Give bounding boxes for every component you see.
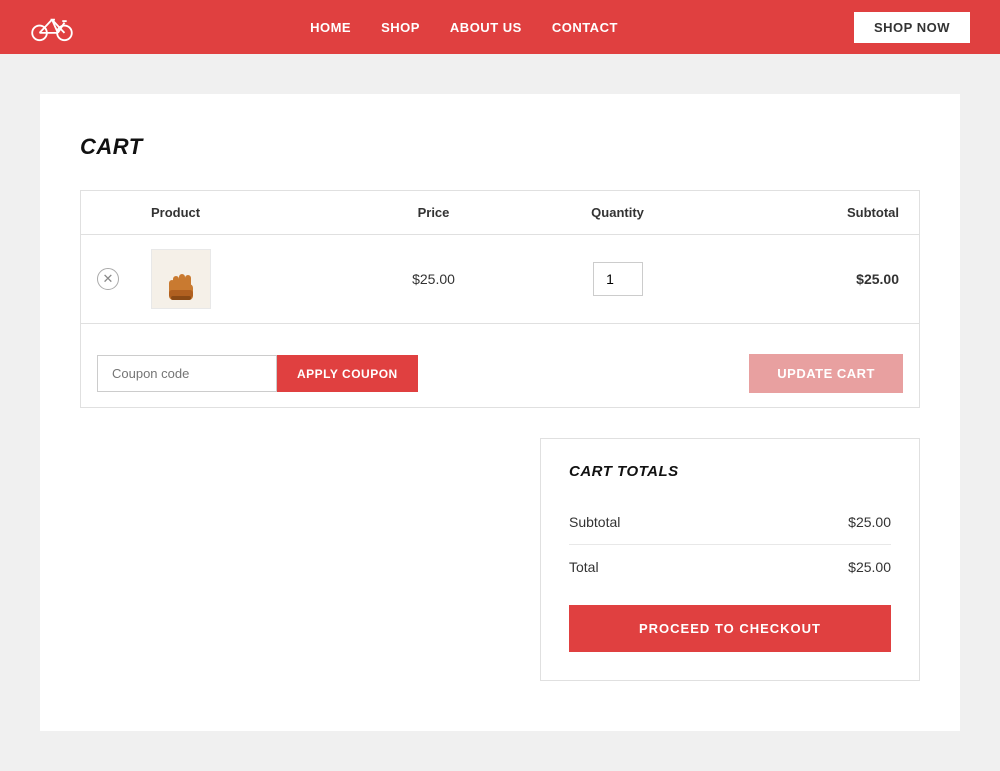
site-logo[interactable] xyxy=(30,12,74,42)
col-header-subtotal: Subtotal xyxy=(715,191,919,235)
cart-totals-box: CART TOTALS Subtotal $25.00 Total $25.00… xyxy=(540,438,920,681)
page-title: CART xyxy=(80,134,920,160)
product-price: $25.00 xyxy=(347,235,520,324)
remove-item-button[interactable]: ✕ xyxy=(97,268,119,290)
subtotal-label: Subtotal xyxy=(569,514,620,530)
cart-actions-cell: APPLY COUPON UPDATE CART xyxy=(81,324,920,408)
subtotal-value: $25.00 xyxy=(848,514,891,530)
main-nav: HOME SHOP ABOUT US CONTACT xyxy=(310,20,618,35)
coupon-input[interactable] xyxy=(97,355,277,392)
col-header-price: Price xyxy=(347,191,520,235)
col-header-remove xyxy=(81,191,136,235)
main-content: CART Product Price Quantity Subtotal ✕ xyxy=(20,54,980,771)
product-subtotal: $25.00 xyxy=(715,235,919,324)
col-header-product: Product xyxy=(135,191,347,235)
cart-actions-row: APPLY COUPON UPDATE CART xyxy=(81,324,920,408)
coupon-area: APPLY COUPON xyxy=(97,355,418,392)
total-row: Total $25.00 xyxy=(569,545,891,589)
nav-about[interactable]: ABOUT US xyxy=(450,20,522,35)
remove-cell: ✕ xyxy=(81,235,136,324)
total-label: Total xyxy=(569,559,599,575)
nav-contact[interactable]: CONTACT xyxy=(552,20,618,35)
table-row: ✕ xyxy=(81,235,920,324)
col-header-quantity: Quantity xyxy=(520,191,715,235)
page-card: CART Product Price Quantity Subtotal ✕ xyxy=(40,94,960,731)
cart-table: Product Price Quantity Subtotal ✕ xyxy=(80,190,920,408)
update-cart-button[interactable]: UPDATE CART xyxy=(749,354,903,393)
cart-totals-container: CART TOTALS Subtotal $25.00 Total $25.00… xyxy=(80,438,920,681)
product-cell xyxy=(135,235,347,324)
product-thumbnail xyxy=(151,249,211,309)
total-value: $25.00 xyxy=(848,559,891,575)
apply-coupon-button[interactable]: APPLY COUPON xyxy=(277,355,418,392)
subtotal-row: Subtotal $25.00 xyxy=(569,500,891,545)
checkout-button[interactable]: PROCEED TO CHECKOUT xyxy=(569,605,891,652)
site-header: HOME SHOP ABOUT US CONTACT SHOP NOW xyxy=(0,0,1000,54)
nav-home[interactable]: HOME xyxy=(310,20,351,35)
product-quantity-cell xyxy=(520,235,715,324)
shop-now-button[interactable]: SHOP NOW xyxy=(854,12,970,43)
cart-totals-title: CART TOTALS xyxy=(569,463,891,480)
quantity-input[interactable] xyxy=(593,262,643,296)
nav-shop[interactable]: SHOP xyxy=(381,20,420,35)
